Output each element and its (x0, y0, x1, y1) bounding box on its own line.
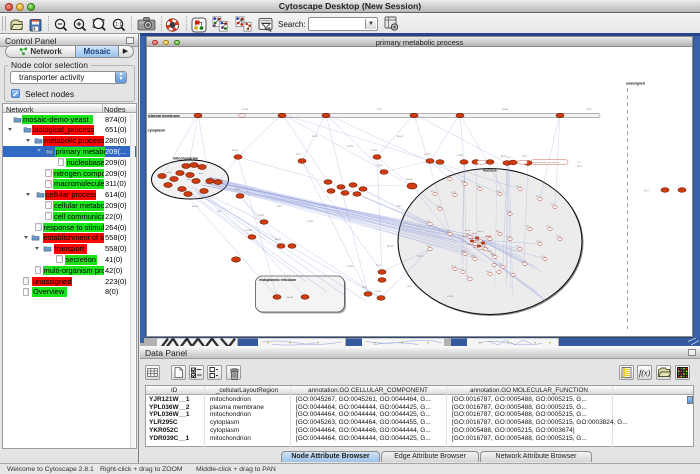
svg-text:ref-1: ref-1 (296, 153, 302, 156)
svg-text:ab--1: ab--1 (516, 186, 522, 188)
svg-text:ab-0c: ab-0c (479, 249, 485, 251)
svg-text:gh-b: gh-b (446, 231, 451, 233)
svg-text:a-441: a-441 (246, 229, 253, 232)
svg-text:ab-1c: ab-1c (487, 251, 493, 253)
svg-text:a-441: a-441 (347, 145, 354, 148)
svg-text:ab--1: ab--1 (506, 236, 512, 238)
svg-text:ab--1: ab--1 (451, 266, 457, 268)
svg-text:aa-aa: aa-aa (287, 296, 294, 299)
svg-text:aa-aa: aa-aa (192, 205, 199, 208)
svg-text:nn-b: nn-b (217, 210, 222, 213)
svg-text:gh-b: gh-b (461, 181, 466, 183)
svg-text:nucleus: nucleus (483, 169, 497, 173)
svg-text:op-4: op-4 (521, 261, 526, 263)
svg-text:aa-2: aa-2 (507, 157, 512, 159)
svg-text:gh-b: gh-b (556, 236, 561, 238)
svg-text:op-4: op-4 (546, 226, 551, 228)
svg-text:xx-2a: xx-2a (307, 220, 314, 223)
svg-text:nn-b: nn-b (376, 264, 381, 267)
svg-text:cd-21: cd-21 (424, 153, 431, 156)
svg-text:nn-b: nn-b (378, 164, 383, 167)
svg-text:ab-6c: ab-6c (482, 244, 488, 246)
svg-text:fa-b: fa-b (577, 162, 582, 164)
svg-text:ab-cd: ab-cd (397, 135, 404, 138)
svg-text:xx-2a: xx-2a (371, 149, 378, 152)
svg-text:ab-2c: ab-2c (462, 236, 468, 238)
svg-text:ab-1c: ab-1c (472, 233, 478, 235)
svg-text:ab-cd: ab-cd (275, 238, 282, 241)
svg-text:nn-b: nn-b (407, 285, 412, 288)
svg-text:a-441: a-441 (457, 154, 464, 157)
svg-text:st-f: st-f (536, 195, 540, 198)
svg-text:mn-d: mn-d (506, 211, 512, 213)
svg-text:cd-2: cd-2 (496, 191, 501, 193)
svg-text:xx-2a: xx-2a (242, 108, 249, 111)
svg-text:1:1: 1:1 (115, 22, 122, 28)
svg-text:aa-aa: aa-aa (406, 178, 413, 181)
svg-text:b2-x: b2-x (397, 205, 402, 208)
svg-text:ab-5c: ab-5c (475, 240, 481, 242)
svg-text:mn-d: mn-d (536, 241, 542, 243)
svg-text:f(x): f(x) (639, 369, 650, 378)
svg-text:b2-x: b2-x (235, 188, 240, 191)
svg-text:ab-2c: ab-2c (478, 231, 484, 233)
svg-text:cd-21: cd-21 (417, 255, 424, 258)
svg-text:cd-21: cd-21 (312, 135, 319, 138)
svg-text:unassigned: unassigned (626, 82, 645, 86)
svg-text:ab-cd: ab-cd (232, 149, 239, 152)
svg-text:xx-2a: xx-2a (375, 290, 382, 293)
svg-text:ref-1: ref-1 (362, 286, 368, 289)
svg-text:mitochondrion: mitochondrion (173, 157, 198, 161)
svg-text:cd-2: cd-2 (426, 246, 431, 248)
svg-text:ab-cd: ab-cd (501, 155, 508, 158)
svg-text:ref-1: ref-1 (522, 155, 528, 158)
svg-text:qr-e: qr-e (486, 270, 491, 273)
svg-text:ab--1: ab--1 (451, 192, 457, 194)
svg-text:ab-3c: ab-3c (485, 236, 491, 238)
svg-text:ab-0c: ab-0c (465, 230, 471, 232)
svg-text:st-f: st-f (466, 275, 470, 278)
svg-text:ref-1: ref-1 (277, 205, 283, 208)
svg-text:ad-2: ad-2 (167, 172, 172, 174)
svg-text:b2-x: b2-x (644, 190, 649, 193)
svg-text:ab-cd: ab-cd (387, 245, 394, 248)
svg-text:plasma membrane: plasma membrane (149, 114, 181, 118)
svg-text:cd-2: cd-2 (461, 251, 466, 253)
svg-text:nn-b: nn-b (377, 108, 382, 111)
svg-text:ref-1: ref-1 (577, 165, 583, 168)
svg-text:endoplasmic reticulum: endoplasmic reticulum (259, 278, 296, 282)
svg-text:gh-b: gh-b (491, 254, 496, 256)
svg-text:ab-7c: ab-7c (467, 244, 473, 246)
svg-text:aa-aa: aa-aa (502, 108, 509, 111)
svg-text:mitochondrial inner membr...: mitochondrial inner membr... (533, 161, 561, 164)
svg-text:cd-2: cd-2 (436, 206, 441, 208)
svg-text:qr-e: qr-e (551, 203, 556, 206)
svg-text:a-441: a-441 (347, 265, 354, 268)
svg-text:cytoplasm: cytoplasm (148, 129, 166, 133)
svg-text:b2-x: b2-x (587, 108, 592, 111)
svg-text:st-f: st-f (496, 230, 500, 233)
svg-text:cd-21: cd-21 (258, 214, 265, 217)
svg-text:xx-2a: xx-2a (447, 295, 454, 298)
